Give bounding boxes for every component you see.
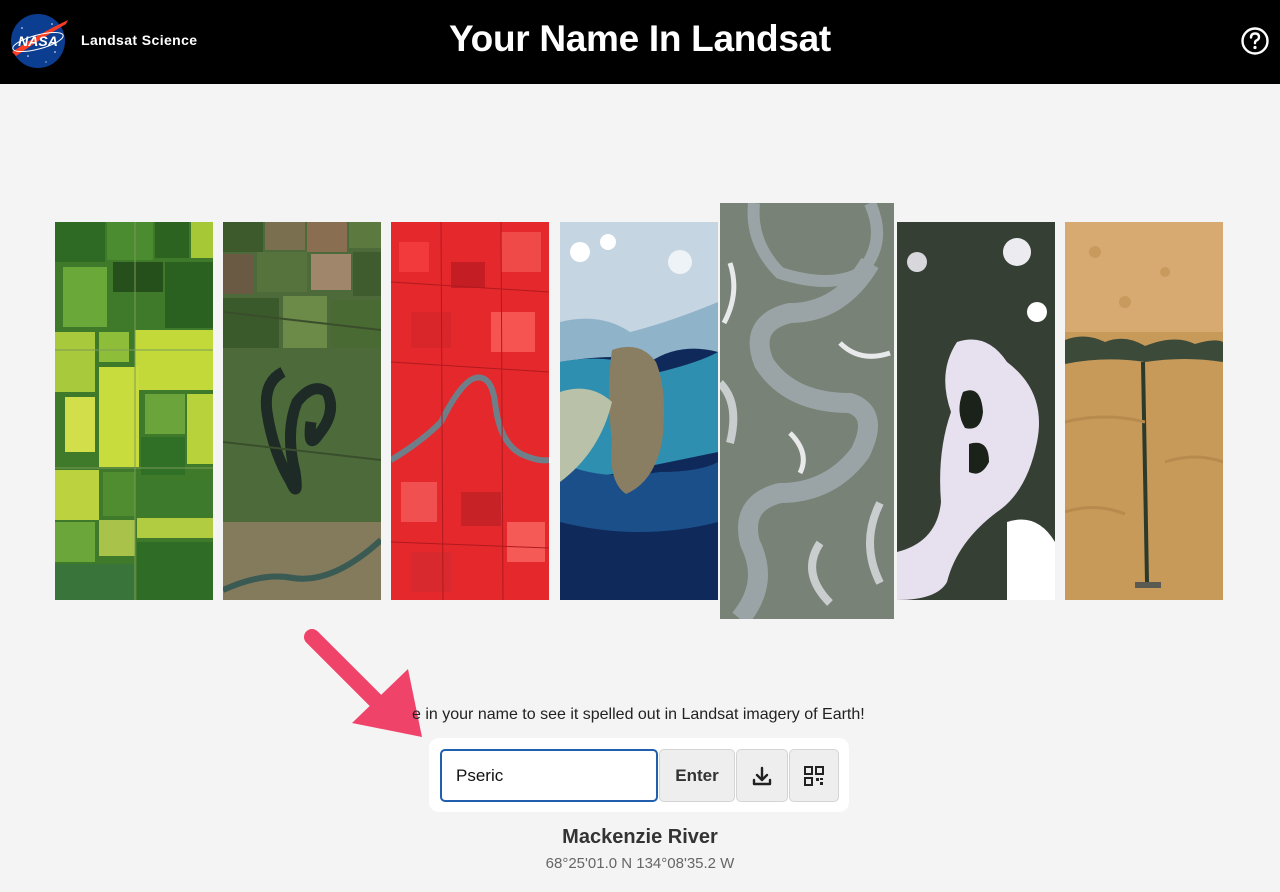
tile-1[interactable] [55, 222, 213, 600]
tile-5[interactable] [720, 203, 894, 619]
name-input[interactable] [440, 749, 658, 802]
tile-3[interactable] [391, 222, 549, 600]
header: NASA Landsat Science Your Name In Landsa… [0, 0, 1280, 84]
download-button[interactable] [736, 749, 788, 802]
tile-4[interactable] [560, 222, 718, 600]
arrow-annotation [304, 629, 422, 737]
qr-button[interactable] [789, 749, 839, 802]
instruction-text: e in your name to see it spelled out in … [412, 706, 865, 723]
name-input-group: Enter [429, 738, 849, 812]
tile-7[interactable] [1065, 222, 1223, 600]
enter-button-label: Enter [675, 765, 719, 785]
page-title: Your Name In Landsat [449, 18, 831, 59]
location-name: Mackenzie River [562, 826, 718, 848]
download-icon [752, 766, 772, 785]
tile-2[interactable] [223, 222, 381, 600]
help-circle-icon[interactable] [1240, 26, 1270, 56]
tile-6[interactable] [897, 222, 1055, 600]
enter-button[interactable]: Enter [659, 749, 735, 802]
location-coords: 68°25'01.0 N 134°08'35.2 W [545, 855, 735, 872]
qr-code-icon [804, 765, 824, 786]
